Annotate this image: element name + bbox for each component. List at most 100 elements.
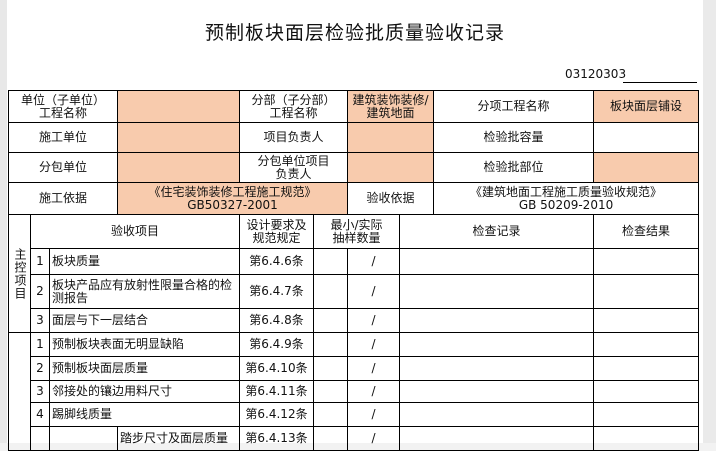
- row-item-name: 踢脚线质量: [49, 402, 240, 427]
- row-item-name: 预制板块表面无明显缺陷: [49, 332, 240, 357]
- subcontractor-value-cell[interactable]: [117, 152, 240, 183]
- row-clause: 第6.4.7条: [239, 274, 314, 309]
- row-record-cell[interactable]: [399, 332, 595, 357]
- row-result-cell[interactable]: [593, 380, 700, 403]
- row-item-name: 板块产品应有放射性限量合格的检测报告: [49, 274, 240, 309]
- row-result-cell[interactable]: [593, 402, 700, 427]
- item-label: 分项工程名称: [433, 90, 595, 123]
- unit-label: 单位（子单位） 工程名称: [8, 90, 118, 123]
- row-sample-slash: /: [347, 380, 401, 403]
- table-row: 踏步尺寸及面层质量 第6.4.13条 /: [9, 426, 700, 451]
- row-min-sample-cell[interactable]: [312, 274, 349, 309]
- table-row: 3 面层与下一层结合 第6.4.8条 /: [9, 308, 700, 333]
- basis-value[interactable]: 《住宅装饰装修工程施工规范》GB50327-2001: [116, 182, 349, 215]
- general-group-label: [8, 332, 31, 451]
- row-clause: 第6.4.11条: [239, 380, 314, 403]
- row-number: 4: [30, 402, 50, 427]
- form-title: 预制板块面层检验批质量验收记录: [204, 22, 505, 44]
- row-result-cell[interactable]: [593, 248, 700, 275]
- row-record-cell[interactable]: [399, 380, 595, 403]
- acceptance-form-table: 单位（子单位） 工程名称 分部（子分部） 工程名称 建筑装饰装修/ 建筑地面 分…: [8, 90, 700, 451]
- row-number: [30, 426, 50, 451]
- row-sample-slash: /: [347, 248, 401, 275]
- contractor-value-cell[interactable]: [117, 122, 240, 153]
- row-sample-slash: /: [347, 332, 401, 357]
- row-min-sample-cell[interactable]: [312, 356, 349, 381]
- row-min-sample-cell[interactable]: [312, 426, 349, 451]
- pm-label: 项目负责人: [238, 122, 349, 153]
- acceptance-basis-value: 《建筑地面工程施工质量验收规范》 GB 50209-2010: [433, 182, 700, 215]
- table-row: 3 邻接处的镶边用料尺寸 第6.4.11条 /: [9, 380, 700, 403]
- row-result-cell[interactable]: [593, 426, 700, 451]
- row-result-cell[interactable]: [593, 356, 700, 381]
- row-item-name: 踏步尺寸及面层质量: [117, 426, 240, 451]
- row-number: 2: [30, 274, 50, 309]
- row-record-cell[interactable]: [399, 426, 595, 451]
- row-item-name: 邻接处的镶边用料尺寸: [49, 380, 240, 403]
- sub-pm-label: 分包单位项目 负责人: [238, 152, 349, 183]
- row-item-name: 面层与下一层结合: [49, 308, 240, 333]
- table-row: 2 预制板块面层质量 第6.4.10条 /: [9, 356, 700, 381]
- item-value[interactable]: 板块面层铺设: [593, 90, 700, 123]
- col-header-result: 检查结果: [593, 214, 700, 249]
- row-clause: 第6.4.10条: [239, 356, 314, 381]
- row-number: 3: [30, 380, 50, 403]
- row-item-name: 预制板块面层质量: [49, 356, 240, 381]
- table-row: 1 预制板块表面无明显缺陷 第6.4.9条 /: [8, 332, 700, 451]
- row-sample-slash: /: [347, 402, 401, 427]
- form-code-underline: [623, 82, 697, 83]
- batch-location-label: 检验批部位: [433, 152, 595, 183]
- header-row-2: 施工单位 项目负责人 检验批容量: [8, 122, 700, 153]
- header-row-3: 分包单位 分包单位项目 负责人 检验批部位: [8, 152, 700, 183]
- row-min-sample-cell[interactable]: [312, 308, 349, 333]
- row-sample-slash: /: [347, 356, 401, 381]
- row-clause: 第6.4.9条: [239, 332, 314, 357]
- row-result-cell[interactable]: [593, 308, 700, 333]
- column-header-row: 主控项目 验收项目 设计要求及 规范规定 最小/实际 抽样数量 检查记录 检查结…: [8, 214, 700, 333]
- row-record-cell[interactable]: [399, 248, 595, 275]
- row-sample-slash: /: [347, 426, 401, 451]
- row-min-sample-cell[interactable]: [312, 380, 349, 403]
- row-result-cell[interactable]: [593, 332, 700, 357]
- row-number: 1: [30, 248, 50, 275]
- subcontractor-label: 分包单位: [8, 152, 118, 183]
- row-number: 1: [30, 332, 50, 357]
- col-header-record: 检查记录: [399, 214, 595, 249]
- acceptance-basis-label: 验收依据: [347, 182, 435, 215]
- row-result-cell[interactable]: [593, 274, 700, 309]
- row-number: 3: [30, 308, 50, 333]
- table-row: 2 板块产品应有放射性限量合格的检测报告 第6.4.7条 /: [9, 274, 700, 309]
- header-row-1: 单位（子单位） 工程名称 分部（子分部） 工程名称 建筑装饰装修/ 建筑地面 分…: [8, 90, 700, 123]
- batch-capacity-label: 检验批容量: [433, 122, 595, 153]
- row-sample-slash: /: [347, 274, 401, 309]
- row-clause: 第6.4.13条: [239, 426, 314, 451]
- unit-value-cell[interactable]: [117, 90, 240, 123]
- sub-pm-value-cell[interactable]: [347, 152, 435, 183]
- row-clause: 第6.4.8条: [239, 308, 314, 333]
- row-min-sample-cell[interactable]: [312, 402, 349, 427]
- main-control-group-label: 主控项目: [8, 214, 31, 333]
- row-number: 2: [30, 356, 50, 381]
- row-clause: 第6.4.6条: [239, 248, 314, 275]
- sheet-margin: [703, 0, 716, 443]
- row-record-cell[interactable]: [399, 402, 595, 427]
- col-header-item: 验收项目: [30, 214, 240, 249]
- table-row: 4 踢脚线质量 第6.4.12条 /: [9, 402, 700, 427]
- row-min-sample-cell[interactable]: [312, 248, 349, 275]
- row-record-cell[interactable]: [399, 274, 595, 309]
- batch-capacity-value-cell[interactable]: [593, 122, 700, 153]
- batch-location-value-cell[interactable]: [593, 152, 700, 183]
- subdivision-label: 分部（子分部） 工程名称: [238, 90, 349, 123]
- contractor-label: 施工单位: [8, 122, 118, 153]
- header-row-4: 施工依据 《住宅装饰装修工程施工规范》GB50327-2001 验收依据 《建筑…: [8, 182, 700, 215]
- row-record-cell[interactable]: [399, 308, 595, 333]
- table-row: 1 板块质量 第6.4.6条 /: [9, 248, 700, 275]
- row-sample-slash: /: [347, 308, 401, 333]
- pm-value-cell[interactable]: [347, 122, 435, 153]
- subdivision-value[interactable]: 建筑装饰装修/ 建筑地面: [347, 90, 435, 123]
- col-header-design: 设计要求及 规范规定: [239, 214, 314, 249]
- row-min-sample-cell[interactable]: [312, 332, 349, 357]
- form-sheet: 预制板块面层检验批质量验收记录 03120303 单位（子单位） 工程名称 分部…: [7, 0, 703, 451]
- row-record-cell[interactable]: [399, 356, 595, 381]
- form-code: 03120303: [565, 67, 627, 81]
